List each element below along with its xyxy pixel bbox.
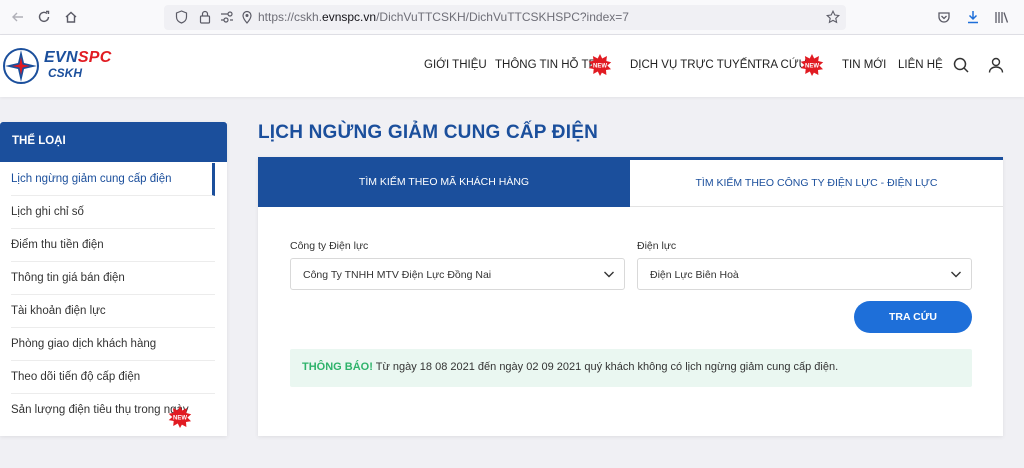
branch-select[interactable]: Điện Lực Biên Hoà bbox=[637, 258, 972, 290]
search-card: TÌM KIẾM THEO MÃ KHÁCH HÀNG TÌM KIẾM THE… bbox=[258, 157, 1003, 436]
download-icon[interactable] bbox=[963, 7, 983, 27]
bookmark-star-icon[interactable] bbox=[824, 8, 842, 26]
chevron-down-icon bbox=[604, 271, 614, 278]
search-icon[interactable] bbox=[950, 54, 972, 76]
permissions-icon[interactable] bbox=[218, 8, 236, 26]
svg-text:NEW: NEW bbox=[173, 416, 187, 422]
page-title: LỊCH NGỪNG GIẢM CUNG CẤP ĐIỆN bbox=[258, 122, 598, 143]
nav-item-dich-vu-truc-tuyen[interactable]: DỊCH VỤ TRỰC TUYẾN bbox=[630, 59, 756, 71]
shield-icon[interactable] bbox=[172, 8, 190, 26]
url-bar[interactable]: https://cskh.evnspc.vn/DichVuTTCSKH/Dich… bbox=[164, 5, 846, 30]
new-badge-icon: NEW bbox=[168, 406, 192, 428]
sidebar-item-diem-thu-tien[interactable]: Điểm thu tiền điện bbox=[11, 229, 215, 262]
logo-spc-text: SPC bbox=[77, 49, 112, 66]
logo-text: EVNSPC bbox=[44, 49, 112, 67]
category-sidebar: THỂ LOẠI Lịch ngừng giảm cung cấp điện L… bbox=[0, 122, 227, 436]
lock-icon[interactable] bbox=[196, 8, 214, 26]
reload-icon[interactable] bbox=[34, 7, 54, 27]
url-prefix: https://cskh. bbox=[258, 10, 323, 24]
search-button[interactable]: TRA CỨU bbox=[854, 301, 972, 333]
logo-star-icon bbox=[3, 48, 39, 84]
chevron-down-icon bbox=[951, 271, 961, 278]
browser-toolbar: https://cskh.evnspc.vn/DichVuTTCSKH/Dich… bbox=[0, 0, 1024, 35]
nav-item-tin-moi[interactable]: TIN MỚI bbox=[842, 59, 886, 71]
location-icon[interactable] bbox=[238, 8, 256, 26]
nav-item-lien-he[interactable]: LIÊN HỆ bbox=[898, 59, 943, 71]
new-badge-icon: NEW bbox=[800, 54, 824, 76]
user-icon[interactable] bbox=[985, 54, 1007, 76]
notice-banner: THÔNG BÁO! Từ ngày 18 08 2021 đến ngày 0… bbox=[290, 349, 972, 387]
back-icon[interactable] bbox=[8, 7, 28, 27]
tab-power-company[interactable]: TÌM KIẾM THEO CÔNG TY ĐIỆN LỰC - ĐIỆN LỰ… bbox=[630, 157, 1003, 207]
new-badge-icon: NEW bbox=[588, 54, 612, 76]
branch-label: Điện lực bbox=[637, 240, 677, 252]
logo-evn-text: EVN bbox=[44, 49, 78, 66]
home-icon[interactable] bbox=[61, 7, 81, 27]
sidebar-item-phong-giao-dich[interactable]: Phòng giao dịch khách hàng bbox=[11, 328, 215, 361]
branch-select-value: Điện Lực Biên Hoà bbox=[650, 269, 739, 281]
notice-label: THÔNG BÁO! bbox=[302, 361, 373, 373]
library-icon[interactable] bbox=[992, 7, 1012, 27]
site-header: EVNSPC CSKH GIỚI THIỆU THÔNG TIN HỖ TRỢ … bbox=[0, 35, 1024, 97]
sidebar-item-gia-ban-dien[interactable]: Thông tin giá bán điện bbox=[11, 262, 215, 295]
url-host: evnspc.vn bbox=[322, 10, 377, 24]
sidebar-item-tai-khoan[interactable]: Tài khoản điện lực bbox=[11, 295, 215, 328]
sidebar-item-label: Sản lượng điện tiêu thụ trong ngày bbox=[11, 404, 189, 416]
sidebar-item-lich-ngung[interactable]: Lịch ngừng giảm cung cấp điện bbox=[11, 163, 215, 196]
sidebar-item-lich-ghi-chi-so[interactable]: Lịch ghi chỉ số bbox=[11, 196, 215, 229]
sidebar-item-tien-do-cap-dien[interactable]: Theo dõi tiến độ cấp điện bbox=[11, 361, 215, 394]
notice-text: Từ ngày 18 08 2021 đến ngày 02 09 2021 q… bbox=[372, 361, 839, 373]
logo-cskh-text: CSKH bbox=[48, 66, 83, 80]
url-text[interactable]: https://cskh.evnspc.vn/DichVuTTCSKH/Dich… bbox=[258, 10, 629, 24]
nav-item-gioi-thieu[interactable]: GIỚI THIỆU bbox=[424, 59, 487, 71]
pocket-icon[interactable] bbox=[934, 7, 954, 27]
company-select[interactable]: Công Ty TNHH MTV Điện Lực Đồng Nai bbox=[290, 258, 625, 290]
company-label: Công ty Điện lực bbox=[290, 240, 369, 252]
svg-text:NEW: NEW bbox=[593, 64, 607, 70]
evnspc-logo[interactable]: EVNSPC CSKH bbox=[0, 44, 130, 88]
company-select-value: Công Ty TNHH MTV Điện Lực Đồng Nai bbox=[303, 269, 492, 281]
tab-customer-code[interactable]: TÌM KIẾM THEO MÃ KHÁCH HÀNG bbox=[258, 157, 630, 207]
url-path: /DichVuTTCSKH/DichVuTTCSKHSPC?index=7 bbox=[376, 10, 629, 24]
svg-text:NEW: NEW bbox=[805, 64, 819, 70]
sidebar-title: THỂ LOẠI bbox=[0, 122, 227, 162]
